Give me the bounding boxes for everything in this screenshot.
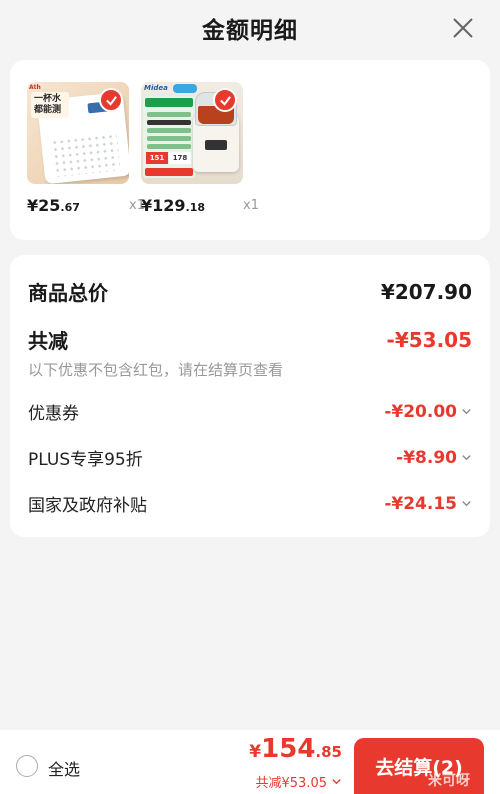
total-payable: ¥ 154 .85 bbox=[249, 734, 342, 764]
product-qty: x1 bbox=[243, 198, 259, 213]
plus-discount-row[interactable]: PLUS专享95折 -¥8.90 bbox=[28, 445, 472, 470]
check-icon bbox=[105, 95, 117, 106]
discount-note: 以下优惠不包含红包，请在结算页查看 bbox=[28, 361, 284, 379]
total-price-label: 商品总价 bbox=[28, 281, 108, 305]
product-image[interactable]: Ath 一杯水都能测 bbox=[27, 82, 129, 184]
product-brand: Midea bbox=[144, 84, 168, 92]
close-icon bbox=[453, 18, 473, 38]
product-price: ¥ 25 .67 x1 bbox=[27, 196, 145, 215]
total-discount-toggle[interactable]: 共减¥53.05 bbox=[256, 772, 343, 791]
discount-row: 共减 -¥53.05 bbox=[28, 325, 472, 354]
plus-discount-label: PLUS专享95折 bbox=[28, 450, 143, 470]
close-button[interactable] bbox=[448, 13, 478, 43]
total-price-row: 商品总价 ¥207.90 bbox=[28, 277, 472, 306]
chevron-down-icon bbox=[462, 455, 471, 461]
selected-check[interactable] bbox=[213, 88, 237, 112]
page-title: 金额明细 bbox=[202, 18, 298, 44]
products-card: Ath 一杯水都能测 ¥ 25 .67 x1 Midea 151 178 ¥ 1… bbox=[10, 60, 490, 240]
total-price-value: ¥207.90 bbox=[380, 279, 472, 304]
select-all-label[interactable]: 全选 bbox=[48, 756, 80, 780]
promo-panel: 151 178 bbox=[143, 96, 195, 178]
price-summary-card: 商品总价 ¥207.90 共减 -¥53.05 以下优惠不包含红包，请在结算页查… bbox=[10, 255, 490, 537]
chevron-down-icon bbox=[462, 501, 471, 507]
product-item[interactable]: Ath 一杯水都能测 ¥ 25 .67 x1 bbox=[27, 82, 145, 215]
checkout-bar: 全选 ¥ 154 .85 共减¥53.05 去结算(2) 米可呀 bbox=[0, 730, 500, 794]
plus-discount-value: -¥8.90 bbox=[396, 447, 457, 468]
chevron-down-icon bbox=[332, 779, 341, 785]
coupon-value: -¥20.00 bbox=[384, 401, 457, 422]
subsidy-label: 国家及政府补贴 bbox=[28, 496, 147, 516]
discount-value: -¥53.05 bbox=[386, 327, 472, 352]
product-image[interactable]: Midea 151 178 bbox=[141, 82, 243, 184]
selected-check[interactable] bbox=[99, 88, 123, 112]
product-brand: Ath bbox=[29, 84, 41, 91]
subsidy-row[interactable]: 国家及政府补贴 -¥24.15 bbox=[28, 491, 472, 516]
check-icon bbox=[219, 95, 231, 106]
coupon-row[interactable]: 优惠券 -¥20.00 bbox=[28, 399, 472, 424]
header: 金额明细 bbox=[0, 0, 500, 56]
select-all-radio[interactable] bbox=[16, 755, 38, 777]
product-image-text: 一杯水都能测 bbox=[31, 92, 69, 118]
coupon-label: 优惠券 bbox=[28, 404, 79, 424]
subsidy-value: -¥24.15 bbox=[384, 493, 457, 514]
chevron-down-icon bbox=[462, 409, 471, 415]
watermark: 米可呀 bbox=[428, 773, 470, 789]
product-price: ¥ 129 .18 x1 bbox=[141, 196, 259, 215]
discount-label: 共减 bbox=[28, 329, 68, 353]
product-item[interactable]: Midea 151 178 ¥ 129 .18 x1 bbox=[141, 82, 259, 215]
checkout-button[interactable]: 去结算(2) 米可呀 bbox=[354, 738, 484, 794]
